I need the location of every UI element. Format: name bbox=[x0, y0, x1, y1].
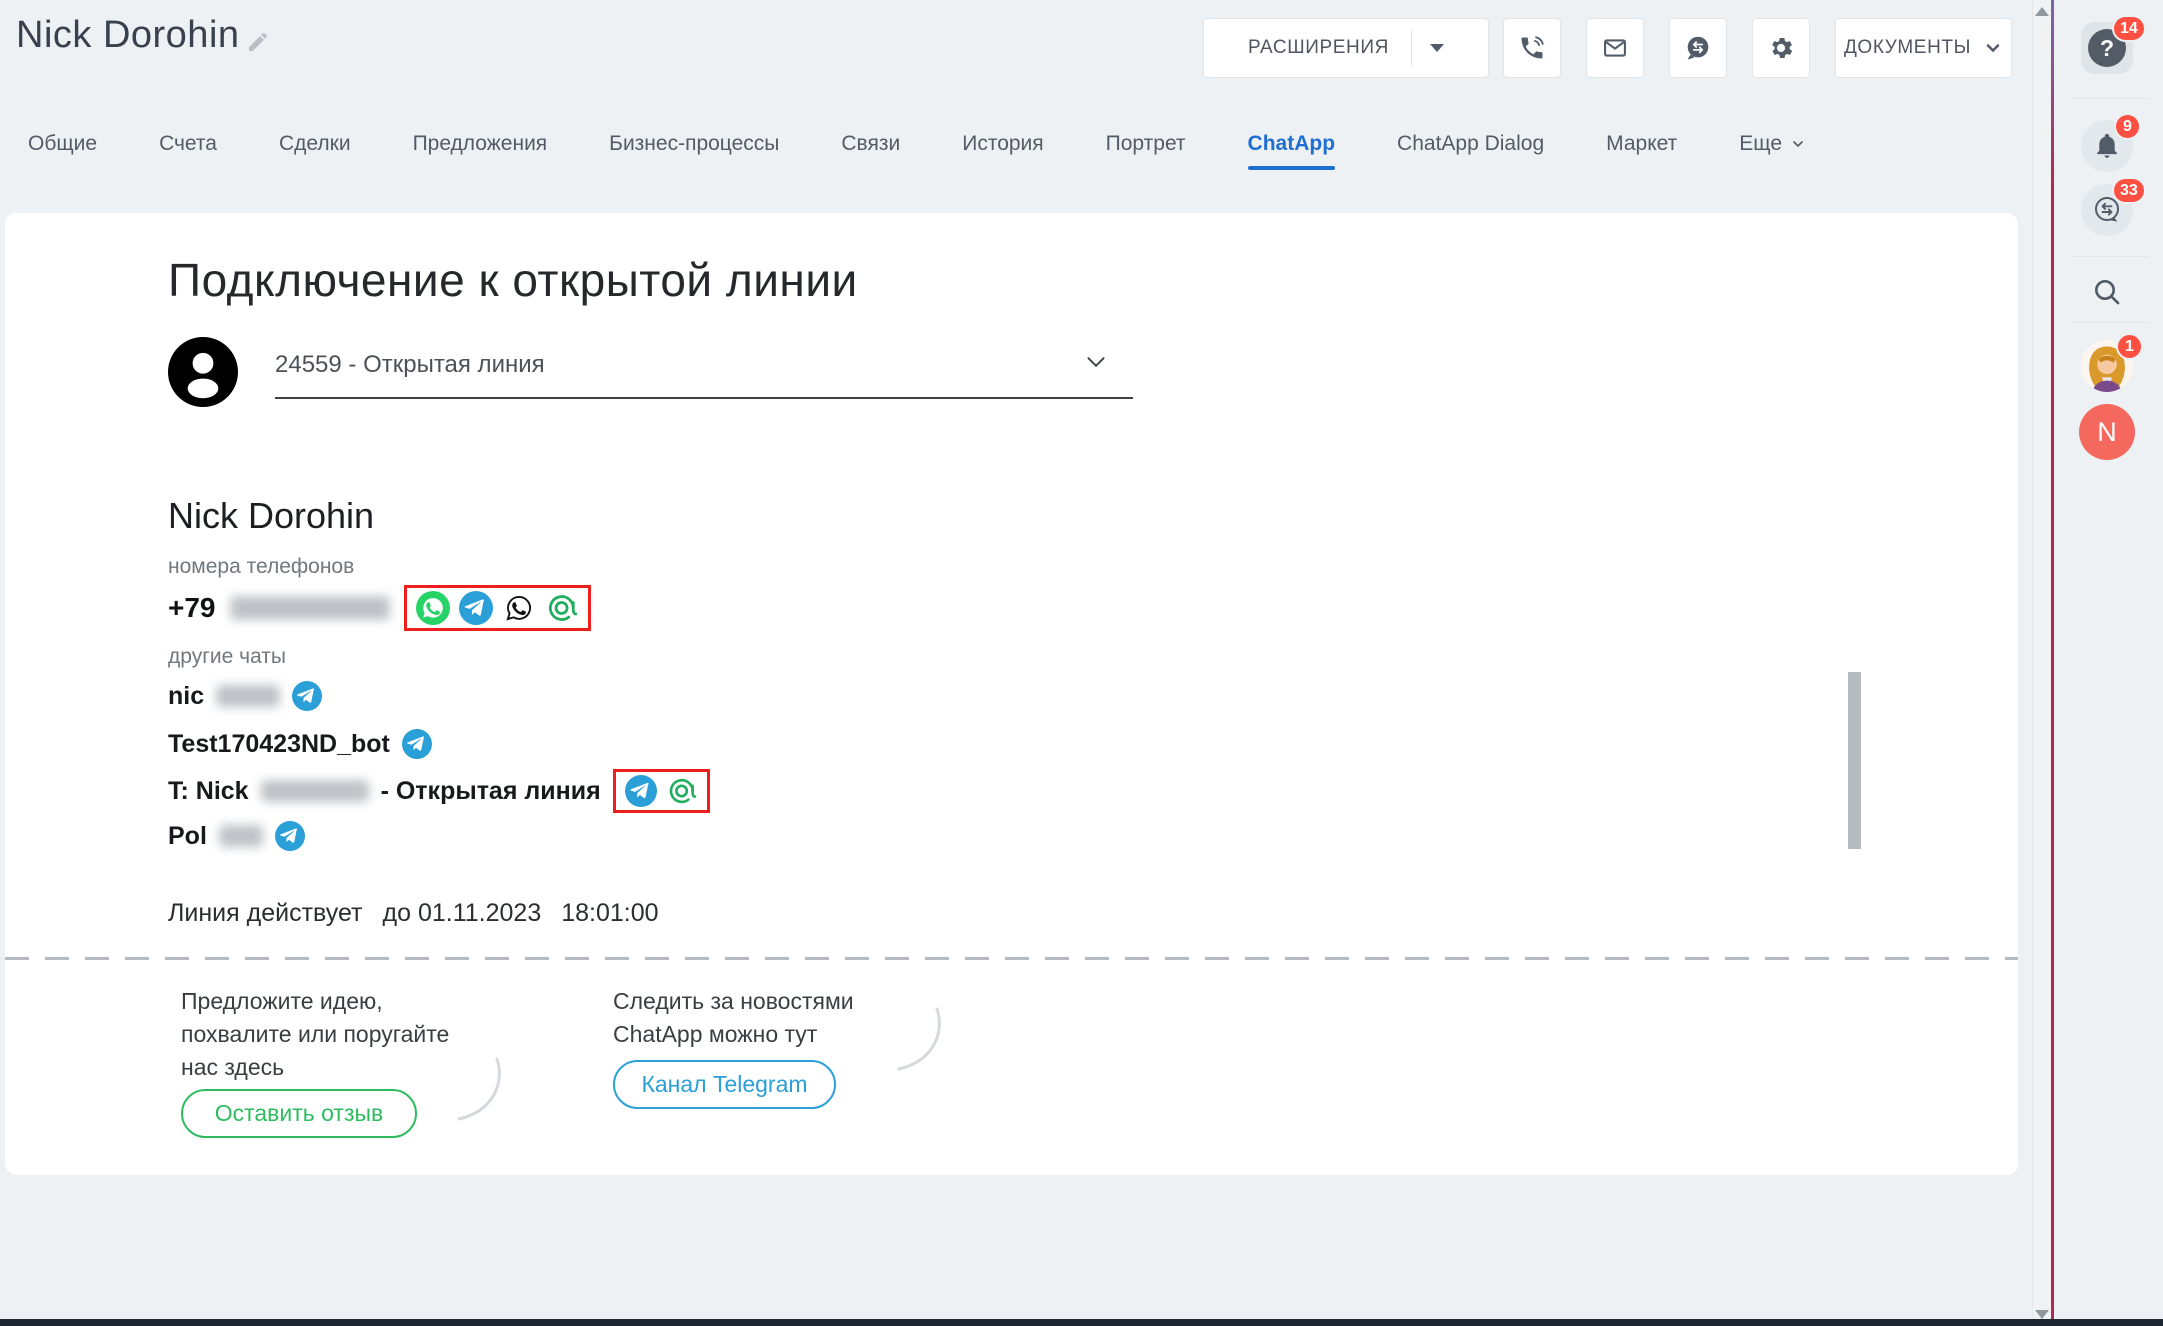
chat-name: Test170423ND_bot bbox=[168, 730, 390, 759]
chat-name: nic bbox=[168, 682, 204, 711]
crm-contact-screen: Nick Dorohin РАСШИРЕНИЯ ДОКУМЕНТЫ Общие … bbox=[0, 0, 2163, 1326]
extensions-button[interactable]: РАСШИРЕНИЯ bbox=[1203, 18, 1489, 78]
phone-row: +79 bbox=[168, 583, 591, 633]
mail-icon bbox=[1601, 34, 1629, 62]
whatsapp-icon[interactable] bbox=[416, 591, 450, 625]
tab-biznes-processy[interactable]: Бизнес-процессы bbox=[609, 132, 779, 170]
sidebar-divider bbox=[2072, 256, 2148, 257]
tab-predlozheniya[interactable]: Предложения bbox=[413, 132, 548, 170]
panel-scrollbar-thumb[interactable] bbox=[1848, 672, 1861, 849]
profile-initial: N bbox=[2097, 417, 2117, 448]
chat-row: T: Nick - Открытая линия bbox=[168, 769, 710, 813]
telegram-icon[interactable] bbox=[625, 775, 657, 807]
chat-row: Pol bbox=[168, 821, 305, 851]
chatapp-icon[interactable] bbox=[545, 591, 579, 625]
tab-more[interactable]: Еще bbox=[1739, 132, 1806, 170]
chatapp-icon[interactable] bbox=[666, 775, 698, 807]
page-title: Nick Dorohin bbox=[16, 14, 240, 57]
news-text: Следить за новостями ChatApp можно тут bbox=[613, 985, 854, 1051]
tab-sdelki[interactable]: Сделки bbox=[279, 132, 351, 170]
scroll-up-arrow-icon[interactable] bbox=[2035, 7, 2049, 16]
masked-chat-name bbox=[261, 780, 369, 802]
extensions-label: РАСШИРЕНИЯ bbox=[1248, 37, 1389, 59]
notifications-badge: 9 bbox=[2114, 113, 2141, 140]
curl-decoration bbox=[893, 1005, 945, 1085]
line-status-until: до 01.11.2023 bbox=[383, 899, 542, 928]
tab-istoriya[interactable]: История bbox=[962, 132, 1043, 170]
search-button[interactable] bbox=[2085, 270, 2129, 314]
open-line-select[interactable]: 24559 - Открытая линия bbox=[275, 351, 545, 379]
line-status: Линия действует до 01.11.2023 18:01:00 bbox=[168, 899, 659, 928]
search-icon bbox=[2091, 276, 2123, 308]
chevron-down-icon[interactable] bbox=[1083, 349, 1109, 375]
chat-messengers-highlight bbox=[613, 769, 710, 813]
tab-portret[interactable]: Портрет bbox=[1106, 132, 1186, 170]
whatsapp-outline-icon[interactable] bbox=[502, 591, 536, 625]
help-badge: 14 bbox=[2112, 15, 2146, 42]
documents-label: ДОКУМЕНТЫ bbox=[1844, 37, 1971, 59]
chat-row: Test170423ND_bot bbox=[168, 729, 432, 759]
tab-chatapp[interactable]: ChatApp bbox=[1248, 132, 1336, 170]
phone-icon bbox=[1518, 34, 1546, 62]
documents-button[interactable]: ДОКУМЕНТЫ bbox=[1835, 18, 2012, 78]
scroll-down-arrow-icon[interactable] bbox=[2035, 1310, 2049, 1319]
gear-icon bbox=[1767, 34, 1795, 62]
email-button[interactable] bbox=[1586, 18, 1644, 78]
telegram-icon[interactable] bbox=[402, 729, 432, 759]
tab-obshchie[interactable]: Общие bbox=[28, 132, 97, 170]
select-underline bbox=[275, 397, 1133, 399]
line-status-time: 18:01:00 bbox=[561, 899, 658, 928]
other-chats-label: другие чаты bbox=[168, 645, 286, 669]
bell-icon bbox=[2093, 132, 2121, 160]
contact-name: Nick Dorohin bbox=[168, 495, 374, 537]
page-scrollbar[interactable] bbox=[2032, 0, 2051, 1326]
tab-chatapp-dialog[interactable]: ChatApp Dialog bbox=[1397, 132, 1544, 170]
split-divider bbox=[1411, 30, 1412, 66]
phone-messengers-highlight bbox=[404, 585, 591, 631]
panel-title: Подключение к открытой линии bbox=[168, 253, 858, 307]
chat-name-prefix: T: Nick bbox=[168, 777, 249, 806]
messenger-button[interactable] bbox=[1669, 18, 1727, 78]
telegram-icon[interactable] bbox=[459, 591, 493, 625]
tab-scheta[interactable]: Счета bbox=[159, 132, 217, 170]
call-button[interactable] bbox=[1503, 18, 1561, 78]
masked-chat-name bbox=[216, 685, 280, 707]
tab-market[interactable]: Маркет bbox=[1606, 132, 1677, 170]
tab-bar: Общие Счета Сделки Предложения Бизнес-пр… bbox=[28, 132, 1806, 170]
chat-arrows-icon bbox=[1683, 33, 1713, 63]
avatar-badge: 1 bbox=[2116, 333, 2143, 360]
dashed-divider bbox=[5, 957, 2018, 960]
line-avatar-icon bbox=[168, 337, 238, 407]
sidebar-divider bbox=[2072, 322, 2148, 323]
curl-decoration bbox=[453, 1055, 505, 1135]
feedback-text: Предложите идею, похвалите или поругайте… bbox=[181, 985, 449, 1084]
phone-number[interactable]: +79 bbox=[168, 592, 216, 624]
masked-chat-name bbox=[219, 825, 263, 847]
chat-name-suffix: - Открытая линия bbox=[381, 777, 601, 806]
settings-button[interactable] bbox=[1752, 18, 1810, 78]
sidebar-divider bbox=[2072, 98, 2148, 99]
phones-label: номера телефонов bbox=[168, 555, 354, 579]
line-status-label: Линия действует bbox=[168, 899, 363, 928]
telegram-channel-button[interactable]: Канал Telegram bbox=[613, 1060, 836, 1109]
right-sidebar: ? 14 9 33 1 N bbox=[2054, 0, 2163, 1326]
edit-title-icon[interactable] bbox=[246, 30, 270, 54]
tab-svyazi[interactable]: Связи bbox=[841, 132, 900, 170]
messenger-badge: 33 bbox=[2112, 177, 2146, 204]
leave-feedback-button[interactable]: Оставить отзыв bbox=[181, 1089, 417, 1138]
telegram-icon[interactable] bbox=[275, 821, 305, 851]
chevron-down-icon bbox=[1790, 136, 1806, 152]
bottom-edge-strip bbox=[0, 1319, 2163, 1326]
chevron-down-icon[interactable] bbox=[1430, 44, 1444, 52]
profile-circle[interactable]: N bbox=[2079, 404, 2135, 460]
telegram-icon[interactable] bbox=[292, 681, 322, 711]
chevron-down-icon bbox=[1983, 38, 2003, 58]
masked-phone-digits bbox=[230, 596, 390, 620]
chat-row: nic bbox=[168, 681, 322, 711]
chatapp-panel: Подключение к открытой линии 24559 - Отк… bbox=[5, 213, 2018, 1175]
chat-name: Pol bbox=[168, 822, 207, 851]
